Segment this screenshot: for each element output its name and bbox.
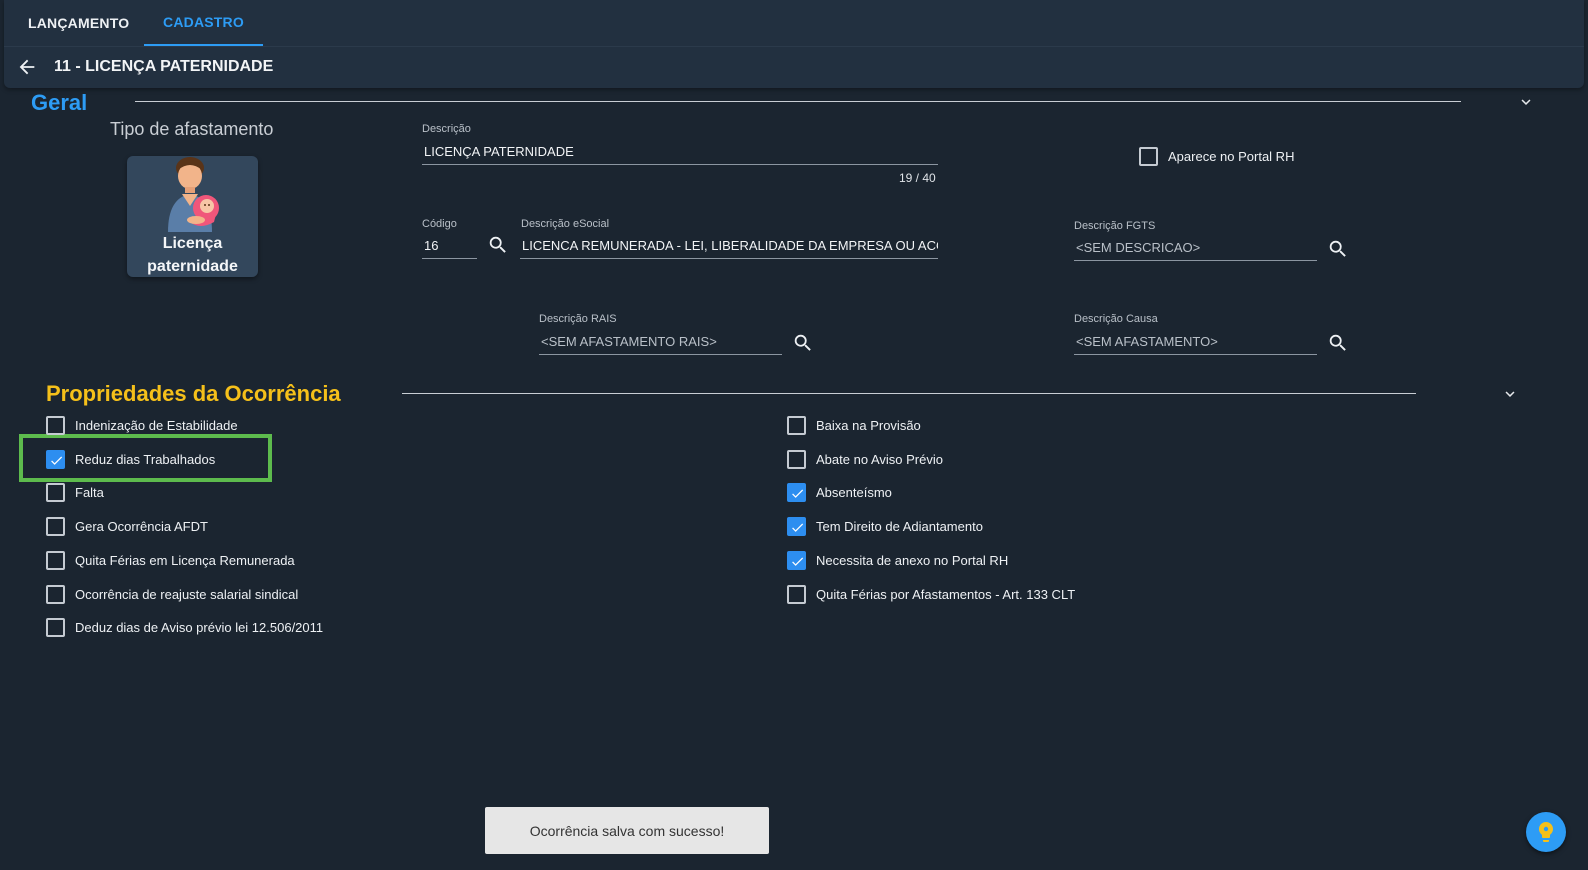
right-label-3: Tem Direito de Adiantamento [816,519,983,535]
descricao-fgts-label: Descrição FGTS [1074,220,1156,232]
aparece-portal-checkbox[interactable] [1139,147,1158,166]
right-checkbox-3[interactable] [787,517,806,537]
left-label-3: Gera Ocorrência AFDT [75,519,208,535]
chevron-down-icon[interactable] [1517,93,1535,111]
toast-message: Ocorrência salva com sucesso! [485,807,769,854]
section-title-geral: Geral [31,90,88,115]
tipo-card-line1: Licença [162,235,223,252]
father-baby-icon [168,157,219,232]
right-label-0: Baixa na Provisão [816,418,921,433]
checkmark-icon [51,456,63,465]
left-checkbox-0[interactable] [46,416,65,435]
page-title: 11 - LICENÇA PATERNIDADE [54,58,274,75]
left-label-5: Ocorrência de reajuste salarial sindical [75,586,299,602]
left-checkbox-3[interactable] [46,517,65,537]
descricao-rais-input[interactable]: <SEM AFASTAMENTO RAIS> [539,331,782,355]
left-checkbox-1[interactable] [46,449,65,469]
descricao-input[interactable]: LICENÇA PATERNIDADE [422,141,938,165]
arrow-left-icon[interactable] [16,56,38,78]
descricao-causa-label: Descrição Causa [1074,313,1158,325]
left-label-4: Quita Férias em Licença Remunerada [75,552,295,568]
tab-cadastro[interactable]: CADASTRO [144,0,263,46]
descricao-causa-input[interactable]: <SEM AFASTAMENTO> [1074,331,1317,355]
tipo-card-label: Licença paternidade [127,232,258,278]
section-title-propriedades: Propriedades da Ocorrência [46,381,341,406]
lightbulb-icon [1539,822,1553,842]
left-checkbox-5[interactable] [46,584,65,604]
descricao-label: Descrição [422,123,471,135]
right-label-4: Necessita de anexo no Portal RH [816,552,1009,568]
tipo-afastamento-card[interactable]: Licença paternidade [127,156,258,277]
descricao-counter: 19 / 40 [899,171,936,185]
search-icon[interactable] [792,332,814,354]
right-checkbox-1[interactable] [787,449,806,469]
right-label-1: Abate no Aviso Prévio [816,451,943,467]
left-checkbox-4[interactable] [46,550,65,570]
checkmark-icon [792,557,804,566]
right-checkbox-0[interactable] [787,416,806,435]
section-divider-geral [135,101,1461,102]
tipo-afastamento-label: Tipo de afastamento [110,119,274,139]
right-label-5: Quita Férias por Afastamentos - Art. 133… [816,586,1076,602]
codigo-input[interactable]: 16 [422,235,477,259]
descricao-rais-label: Descrição RAIS [539,313,617,325]
tipo-card-line2: paternidade [147,258,238,275]
aparece-portal-label: Aparece no Portal RH [1168,149,1295,164]
search-icon[interactable] [487,234,509,256]
checkmark-icon [792,523,804,532]
tab-lancamento[interactable]: LANÇAMENTO [4,0,144,46]
left-label-0: Indenização de Estabilidade [75,418,238,433]
descricao-esocial-input[interactable]: LICENCA REMUNERADA - LEI, LIBERALIDADE D… [520,235,938,259]
codigo-label: Código [422,218,457,230]
tab-bar: LANÇAMENTO CADASTRO [4,0,263,46]
section-divider-propriedades [402,393,1416,394]
tabs-divider [4,46,1584,47]
right-checkbox-2[interactable] [787,483,806,503]
descricao-esocial-label: Descrição eSocial [521,218,610,230]
help-fab-button[interactable] [1526,812,1566,852]
left-checkbox-6[interactable] [46,618,65,638]
right-label-2: Absenteísmo [816,485,892,501]
left-label-2: Falta [75,485,104,501]
search-icon[interactable] [1327,238,1349,260]
top-bar: LANÇAMENTO CADASTRO 11 - LICENÇA PATERNI… [4,0,1584,88]
left-label-6: Deduz dias de Aviso prévio lei 12.506/20… [75,620,324,636]
descricao-fgts-input[interactable]: <SEM DESCRICAO> [1074,237,1317,261]
left-checkbox-2[interactable] [46,483,65,503]
search-icon[interactable] [1327,332,1349,354]
chevron-down-icon[interactable] [1501,385,1519,403]
left-label-1: Reduz dias Trabalhados [75,451,216,467]
right-checkbox-4[interactable] [787,550,806,570]
checkmark-icon [792,489,804,499]
right-checkbox-5[interactable] [787,584,806,604]
